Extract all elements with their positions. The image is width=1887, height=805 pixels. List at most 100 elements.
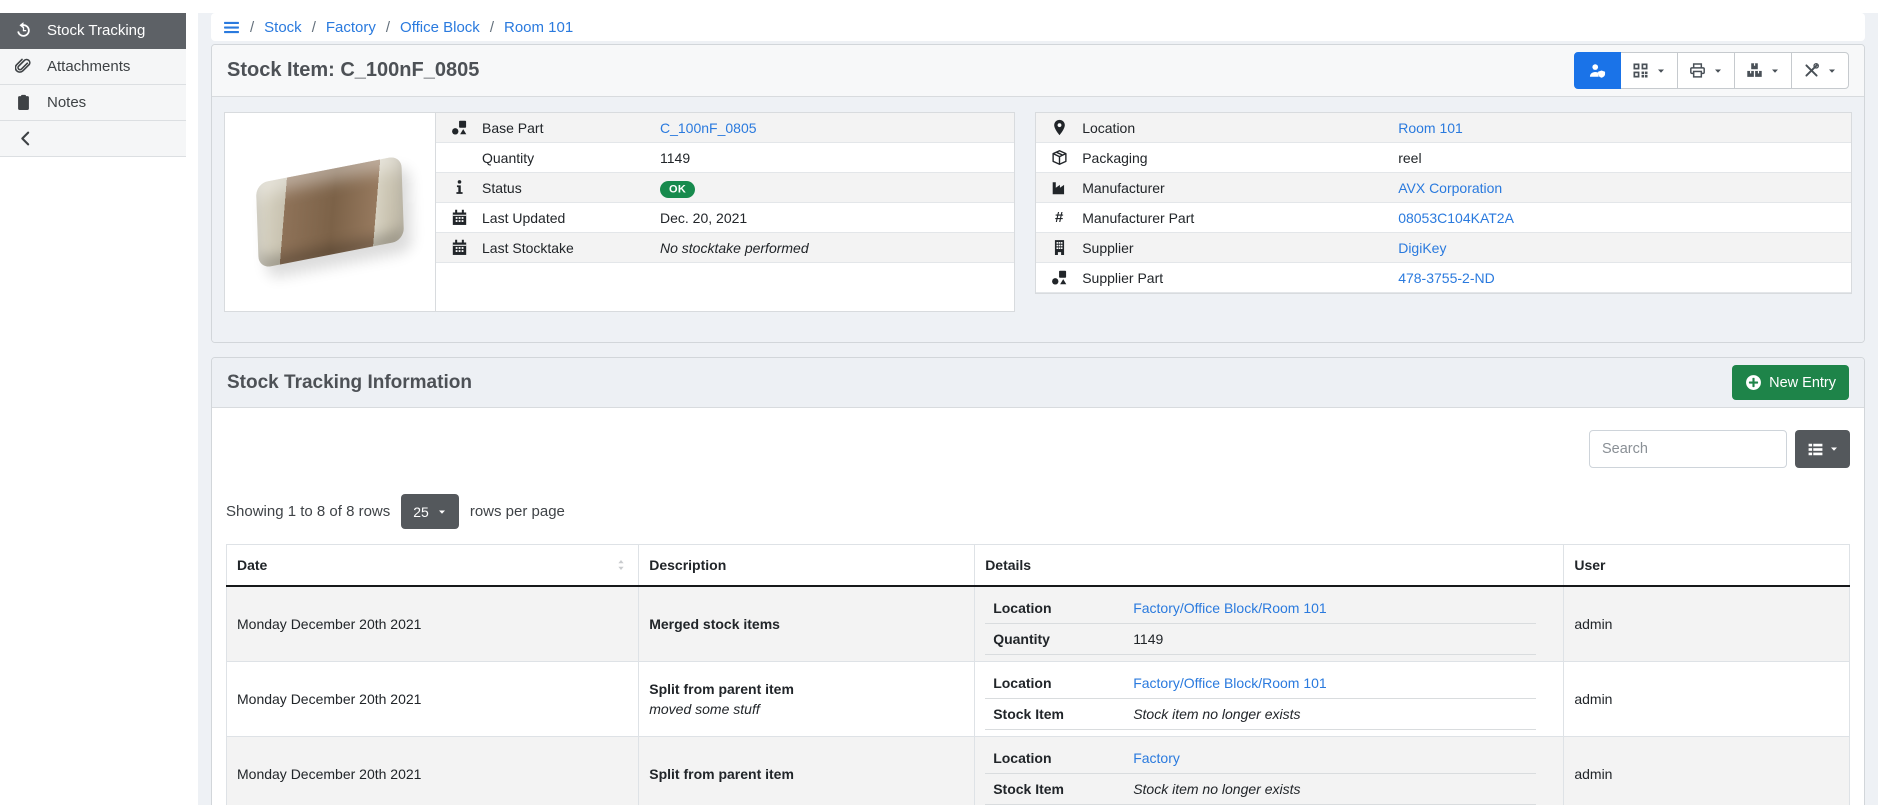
detail-link[interactable]: Factory	[1133, 750, 1180, 766]
columns-button[interactable]	[1795, 430, 1850, 468]
edit-button[interactable]	[1791, 52, 1849, 89]
item-source-box: LocationRoom 101PackagingreelManufacture…	[1035, 112, 1852, 294]
detail-label: Stock Item	[993, 706, 1133, 722]
detail-value-italic: No stocktake performed	[660, 240, 809, 256]
detail-label: Quantity	[993, 631, 1133, 647]
column-header-date[interactable]: Date	[227, 545, 639, 587]
detail-value: AVX Corporation	[1398, 180, 1502, 196]
detail-value: Room 101	[1398, 120, 1463, 136]
detail-link[interactable]: Room 101	[1398, 120, 1463, 136]
detail-row-location: LocationFactory/Office Block/Room 101	[985, 668, 1536, 699]
status-badge: OK	[660, 181, 695, 198]
clipboard-icon	[15, 94, 32, 111]
table-header-row: DateDescriptionDetailsUser	[227, 545, 1850, 587]
detail-value-text: reel	[1398, 150, 1421, 166]
page-size-value: 25	[413, 504, 429, 520]
breadcrumb-link-room-101[interactable]: Room 101	[504, 19, 573, 36]
detail-value: Dec. 20, 2021	[660, 210, 747, 226]
sidebar-collapse-button[interactable]	[0, 121, 186, 157]
tracking-description: Split from parent item	[649, 766, 964, 782]
part-image	[225, 113, 435, 311]
detail-link[interactable]: C_100nF_0805	[660, 120, 757, 136]
tracking-description: Merged stock items	[649, 616, 964, 632]
box-icon	[1051, 149, 1068, 166]
breadcrumb: /Stock/Factory/Office Block/Room 101	[211, 13, 1865, 41]
sidebar-item-stock-tracking[interactable]: Stock Tracking	[0, 13, 186, 49]
detail-value: Stock item no longer exists	[1133, 781, 1300, 797]
chevron-left-icon	[17, 130, 34, 147]
page: Stock Tracking AttachmentsNotes / Stock / Fa…	[0, 0, 1887, 805]
tracking-details: LocationFactory/Office Block/Room 101Sto…	[985, 668, 1536, 730]
section-title: Stock Tracking Information	[227, 372, 472, 394]
detail-row-stock-item: Stock ItemStock item no longer exists	[985, 699, 1536, 730]
stock-actions-button[interactable]	[1734, 52, 1792, 89]
stock-item-card-body: Base PartC_100nF_0805Quantity1149StatusO…	[212, 97, 1864, 342]
column-header-user: User	[1564, 545, 1850, 587]
cell-user: admin	[1564, 737, 1850, 805]
detail-label: Manufacturer	[1082, 180, 1398, 196]
table-row: Monday December 20th 2021Split from pare…	[227, 662, 1850, 737]
column-header-description: Description	[639, 545, 975, 587]
info-icon	[451, 179, 468, 196]
sidebar-item-notes[interactable]: Notes	[0, 85, 186, 121]
detail-link[interactable]: AVX Corporation	[1398, 180, 1502, 196]
item-source-table: LocationRoom 101PackagingreelManufacture…	[1036, 113, 1851, 293]
calendar-icon	[451, 239, 468, 256]
cell-details: LocationFactory/Office Block/Room 101Sto…	[975, 662, 1564, 737]
detail-label: Base Part	[482, 120, 660, 136]
qrcode-icon	[1632, 62, 1649, 79]
search-input[interactable]	[1589, 430, 1787, 468]
barcode-button[interactable]	[1620, 52, 1678, 89]
tracking-note: moved some stuff	[649, 701, 964, 717]
menu-button[interactable]	[223, 19, 240, 36]
print-button[interactable]	[1677, 52, 1735, 89]
sidebar-item-attachments[interactable]: Attachments	[0, 49, 186, 85]
caret-down-icon	[1827, 66, 1837, 76]
detail-value-text: Dec. 20, 2021	[660, 210, 747, 226]
sidebar: Stock Tracking AttachmentsNotes	[0, 13, 186, 805]
tools-icon	[1803, 62, 1820, 79]
user-shield-icon	[1589, 62, 1606, 79]
detail-link[interactable]: 08053C104KAT2A	[1398, 210, 1514, 226]
building-icon	[1051, 239, 1068, 256]
breadcrumb-link-stock[interactable]: Stock	[264, 19, 302, 36]
breadcrumb-separator: /	[490, 19, 494, 36]
detail-value-italic: Stock item no longer exists	[1133, 781, 1300, 797]
breadcrumb-link-office-block[interactable]: Office Block	[400, 19, 480, 36]
detail-link[interactable]: Factory/Office Block/Room 101	[1133, 675, 1326, 691]
detail-row-base-part: Base PartC_100nF_0805	[436, 113, 1014, 143]
table-controls	[226, 430, 1850, 468]
detail-label: Supplier Part	[1082, 270, 1398, 286]
detail-value: Factory/Office Block/Room 101	[1133, 675, 1326, 691]
rows-per-page-label: rows per page	[470, 503, 565, 520]
cell-date: Monday December 20th 2021	[227, 737, 639, 805]
shapes-icon	[1051, 269, 1068, 286]
detail-link[interactable]: Factory/Office Block/Room 101	[1133, 600, 1326, 616]
industry-icon	[1051, 179, 1068, 196]
detail-row-location: LocationFactory/Office Block/Room 101	[985, 593, 1536, 624]
breadcrumb-separator: /	[312, 19, 316, 36]
detail-row-stock-item: Stock ItemStock item no longer exists	[985, 774, 1536, 805]
item-toolbar	[1575, 52, 1849, 89]
main-content: / Stock / Factory/Office Block/Room 101 Sto…	[198, 13, 1878, 805]
boxes-icon	[1746, 62, 1763, 79]
detail-value: C_100nF_0805	[660, 120, 757, 136]
page-size-dropdown[interactable]: 25	[401, 494, 459, 529]
detail-link[interactable]: 478-3755-2-ND	[1398, 270, 1495, 286]
detail-row-last-stocktake: Last StocktakeNo stocktake performed	[436, 233, 1014, 263]
detail-value: DigiKey	[1398, 240, 1446, 256]
breadcrumb-link-factory[interactable]: Factory	[326, 19, 376, 36]
detail-row-location: LocationFactory	[985, 743, 1536, 774]
new-entry-button[interactable]: New Entry	[1732, 365, 1849, 400]
caret-down-icon	[1713, 66, 1723, 76]
detail-row-supplier-part: Supplier Part478-3755-2-ND	[1036, 263, 1851, 293]
detail-link[interactable]: DigiKey	[1398, 240, 1446, 256]
detail-label: Last Stocktake	[482, 240, 660, 256]
detail-label: Last Updated	[482, 210, 660, 226]
item-details-table: Base PartC_100nF_0805Quantity1149StatusO…	[435, 113, 1014, 311]
stock-item-card: Stock Item: C_100nF_0805 Base PartC_100n…	[211, 44, 1865, 343]
admin-button[interactable]	[1574, 52, 1621, 89]
detail-label: Location	[993, 750, 1133, 766]
tracking-details: LocationFactoryStock ItemStock item no l…	[985, 743, 1536, 805]
sidebar-item-label: Stock Tracking	[47, 22, 145, 39]
